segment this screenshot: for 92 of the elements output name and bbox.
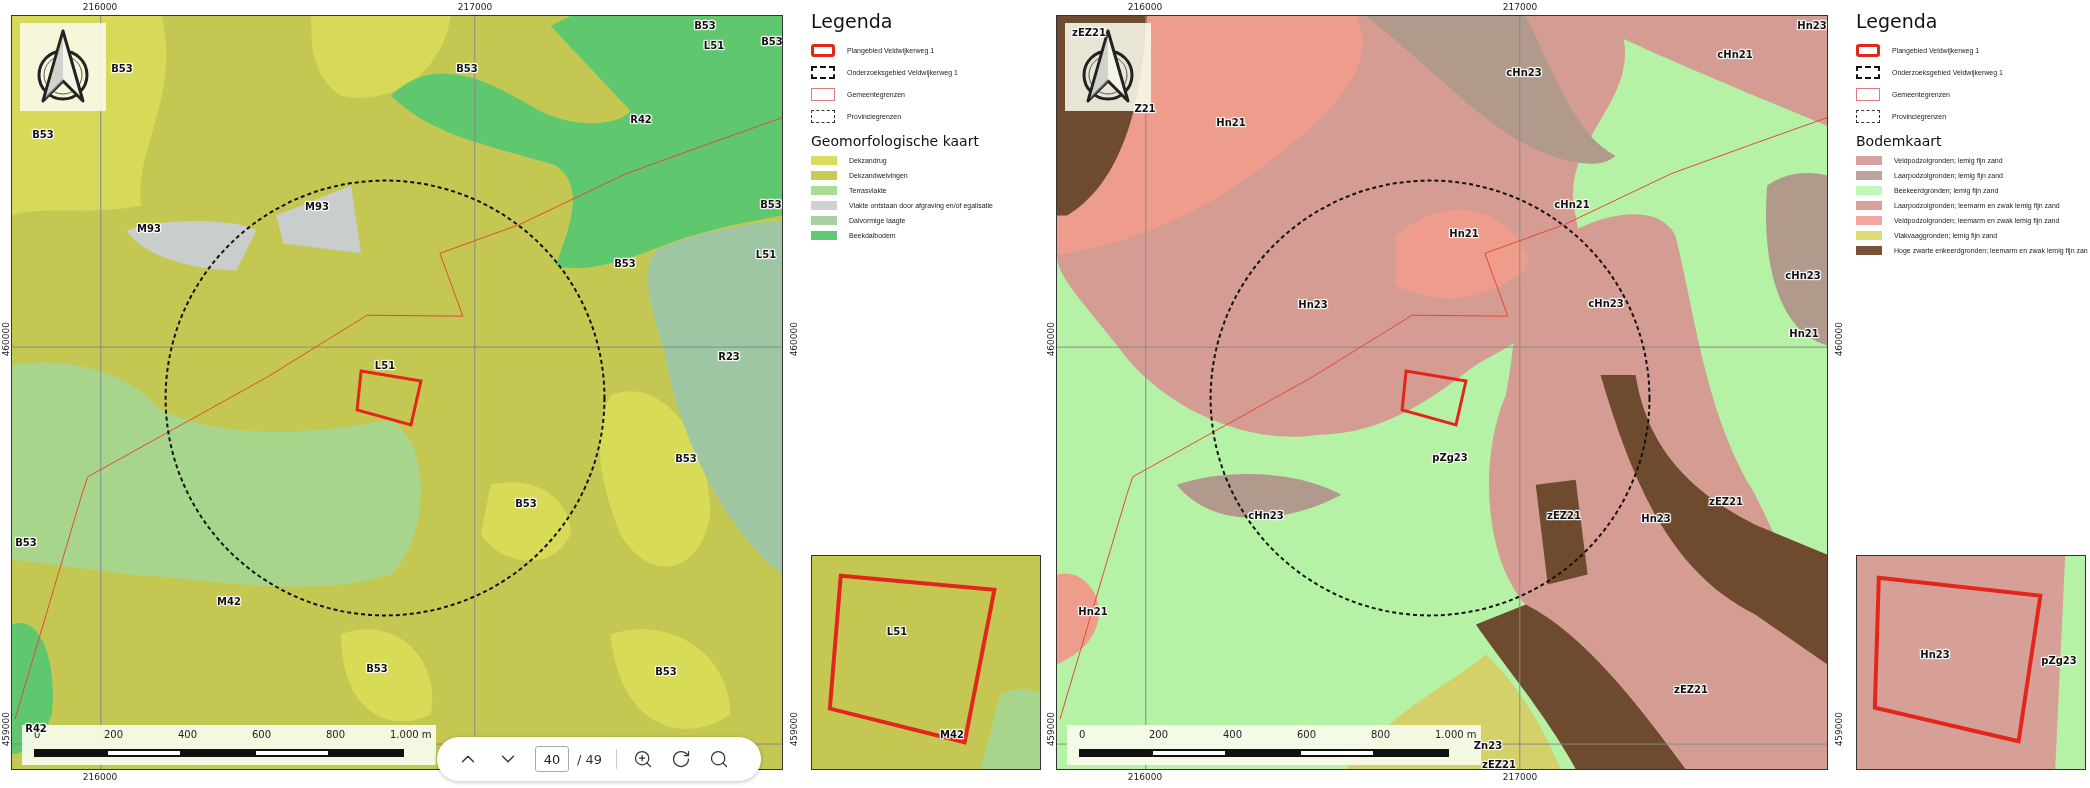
page-number-field[interactable]: 40 bbox=[535, 746, 569, 772]
legend-symbol bbox=[811, 65, 835, 79]
legend-symbol bbox=[1856, 65, 1880, 79]
coordinate-label: 460000 bbox=[1045, 322, 1056, 357]
map-label: B53 bbox=[456, 62, 478, 74]
map-label: L51 bbox=[755, 248, 777, 260]
coordinate-label: 459000 bbox=[0, 712, 11, 747]
map-label: Hn23 bbox=[1641, 512, 1671, 524]
map-label: B53 bbox=[614, 257, 636, 269]
map-label: cHn23 bbox=[1588, 297, 1624, 309]
map-label: M42 bbox=[940, 728, 964, 740]
legend-symbol bbox=[811, 109, 835, 123]
map-label: B53 bbox=[694, 19, 716, 31]
map-label: L51 bbox=[886, 625, 908, 637]
map-label: cHn23 bbox=[1506, 66, 1542, 78]
coordinate-label: 460000 bbox=[1834, 322, 1844, 357]
map-label: B53 bbox=[32, 128, 54, 140]
coordinate-label: 217000 bbox=[1502, 772, 1538, 782]
map-label: Hn21 bbox=[1789, 327, 1819, 339]
map-label: B53 bbox=[675, 452, 697, 464]
coordinate-label: 216000 bbox=[82, 2, 118, 12]
map-label: L51 bbox=[703, 39, 725, 51]
map-label: B53 bbox=[111, 62, 133, 74]
coordinate-label: 460000 bbox=[0, 322, 11, 357]
scale-label: 400 bbox=[1223, 729, 1243, 740]
legend-symbol bbox=[1856, 43, 1880, 57]
map-label: Hn21 bbox=[1216, 116, 1246, 128]
map-label: B53 bbox=[15, 536, 37, 548]
map-label: Hn23 bbox=[1298, 298, 1328, 310]
map-label: B53 bbox=[366, 662, 388, 674]
search-icon bbox=[709, 749, 730, 769]
scale-label: 1.000 m bbox=[390, 729, 432, 740]
coordinate-label: 459000 bbox=[789, 712, 799, 747]
map-label: cHn21 bbox=[1554, 198, 1590, 210]
page-count: / 49 bbox=[577, 751, 603, 767]
coordinate-label: 459000 bbox=[1834, 712, 1844, 747]
map-label: R42 bbox=[630, 113, 652, 125]
map-label: M93 bbox=[305, 200, 329, 212]
coordinate-label: 216000 bbox=[82, 772, 118, 782]
map-label: L51 bbox=[374, 359, 396, 371]
coordinate-label: 216000 bbox=[1127, 2, 1163, 12]
coordinate-label: 460000 bbox=[789, 322, 799, 357]
scale-bar-icon bbox=[34, 749, 404, 757]
map-label: zEZ21 bbox=[1547, 509, 1581, 521]
legend-title: Legenda bbox=[1856, 10, 1939, 32]
scale-label: 600 bbox=[252, 729, 272, 740]
coordinate-label: 216000 bbox=[1127, 772, 1163, 782]
map-label: Hn23 bbox=[1920, 648, 1950, 660]
legend-heading: Geomorfologische kaart bbox=[811, 133, 980, 149]
map-label: cHn23 bbox=[1785, 269, 1821, 281]
zoom-in-icon bbox=[633, 749, 654, 769]
map-label: zEZ21 bbox=[1482, 758, 1516, 769]
coordinate-label: 217000 bbox=[1502, 2, 1538, 12]
map-label: B53 bbox=[760, 198, 782, 210]
map-label: cHn21 bbox=[1717, 48, 1753, 60]
scale-label: 200 bbox=[1149, 729, 1169, 740]
scale-label: 800 bbox=[1371, 729, 1391, 740]
legend-symbol bbox=[1856, 87, 1880, 101]
map-label: M42 bbox=[217, 595, 241, 607]
map-label: Hn21 bbox=[1078, 605, 1108, 617]
scale-label: 600 bbox=[1297, 729, 1317, 740]
map-label: pZg23 bbox=[2041, 654, 2077, 666]
scale-bar-icon bbox=[1079, 749, 1449, 757]
map-label: R23 bbox=[718, 350, 740, 362]
legend-symbol bbox=[811, 43, 835, 57]
map-label: zEZ21 bbox=[1072, 26, 1106, 38]
map-label: Hn21 bbox=[1449, 227, 1479, 239]
scale-label: 1.000 m bbox=[1435, 729, 1477, 740]
map-label: Z21 bbox=[1134, 102, 1156, 114]
map-label: B53 bbox=[655, 665, 677, 677]
map-label: zEZ21 bbox=[1709, 495, 1743, 507]
scale-label: 400 bbox=[178, 729, 198, 740]
map-label: zEZ21 bbox=[1674, 683, 1708, 695]
plan-area-outline bbox=[355, 369, 423, 427]
coordinate-label: 459000 bbox=[1045, 712, 1056, 747]
scale-label: 200 bbox=[104, 729, 124, 740]
legend-symbol bbox=[811, 87, 835, 101]
scale-label: 800 bbox=[326, 729, 346, 740]
legend-symbol bbox=[1856, 109, 1880, 123]
scale-label: 0 bbox=[1079, 729, 1086, 740]
map-label: cHn23 bbox=[1248, 509, 1284, 521]
map-label: M93 bbox=[137, 222, 161, 234]
map-label: Zn23 bbox=[1473, 739, 1503, 751]
map-label: B53 bbox=[515, 497, 537, 509]
map-label: B53 bbox=[761, 35, 782, 47]
rotate-icon bbox=[671, 749, 692, 769]
legend-heading: Bodemkaart bbox=[1856, 133, 1943, 149]
map-label: pZg23 bbox=[1432, 451, 1468, 463]
map-label: Hn23 bbox=[1797, 19, 1827, 31]
plan-area-outline bbox=[1400, 369, 1468, 427]
coordinate-label: 217000 bbox=[457, 2, 493, 12]
legend-title: Legenda bbox=[811, 10, 894, 32]
